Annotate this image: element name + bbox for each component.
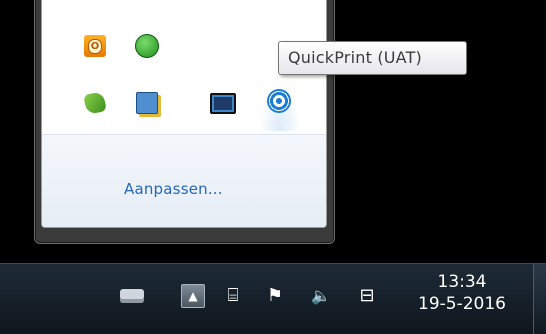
outlook-glyph: O <box>88 38 102 54</box>
network-icon[interactable]: ⊟ <box>355 284 379 308</box>
flag-glyph: ⚑ <box>266 285 284 306</box>
green-app-icon[interactable] <box>82 90 108 116</box>
keyboard-icon[interactable] <box>120 284 144 308</box>
overflow-footer: Aanpassen... <box>42 134 326 227</box>
power-glyph: ⌸ <box>227 285 239 306</box>
taskbar: ▲ ⌸ ⚑ 🔈 ⊟ 13:34 19-5-2016 <box>0 263 546 334</box>
card-app-icon[interactable] <box>134 90 160 116</box>
show-desktop-button[interactable] <box>533 264 546 334</box>
clock-date: 19-5-2016 <box>418 294 506 314</box>
sync-icon[interactable] <box>134 33 160 59</box>
clock-time: 13:34 <box>437 272 487 292</box>
notification-overflow-content: O Aanpassen... <box>41 0 327 228</box>
action-center-flag-icon[interactable]: ⚑ <box>263 284 287 308</box>
volume-icon[interactable]: 🔈 <box>309 284 333 308</box>
volume-glyph: 🔈 <box>311 286 331 305</box>
customize-link[interactable]: Aanpassen... <box>124 180 223 198</box>
network-glyph: ⊟ <box>359 285 375 306</box>
monitor-app-icon[interactable] <box>210 90 236 116</box>
power-plug-icon[interactable]: ⌸ <box>221 284 245 308</box>
outlook-icon[interactable]: O <box>82 33 108 59</box>
quickprint-icon[interactable] <box>266 88 292 114</box>
up-arrow-icon: ▲ <box>188 289 198 303</box>
show-hidden-icons-button[interactable]: ▲ <box>181 284 205 308</box>
taskbar-clock[interactable]: 13:34 19-5-2016 <box>412 271 512 315</box>
quickprint-tooltip: QuickPrint (UAT) <box>278 41 467 75</box>
